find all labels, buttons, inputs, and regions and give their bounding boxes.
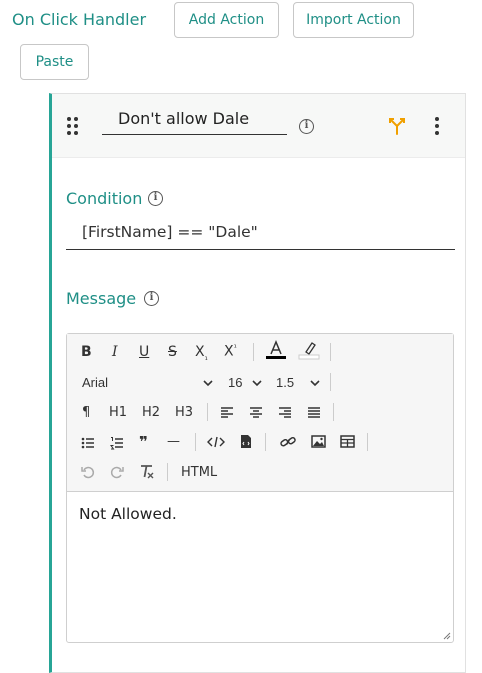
message-label: Message [66,289,137,308]
heading-1-button[interactable]: H1 [109,405,127,420]
action-name-input[interactable] [102,102,287,135]
message-info-icon[interactable]: i [144,291,159,306]
drag-handle-icon[interactable] [67,117,81,135]
line-height-chevron-down-icon[interactable] [310,378,320,388]
editor-content[interactable]: Not Allowed. [79,505,177,523]
blockquote-icon[interactable]: ❞ [139,433,148,451]
condition-info-icon[interactable]: i [148,191,163,206]
html-view-button[interactable]: HTML [181,465,217,480]
paste-button[interactable]: Paste [20,44,89,80]
rich-text-editor: B I U S X₁ X¹ Arial 16 1.5 ¶ H1 H2 H3 ❞ … [66,333,454,643]
align-justify-icon[interactable] [307,406,321,420]
branch-icon[interactable] [387,116,407,136]
bullet-list-icon[interactable] [81,436,95,450]
editor-toolbar: B I U S X₁ X¹ Arial 16 1.5 ¶ H1 H2 H3 ❞ … [67,334,453,492]
subscript-icon[interactable]: X₁ [195,344,208,362]
condition-label: Condition [66,189,143,208]
add-action-button[interactable]: Add Action [174,2,279,38]
on-click-handler-title: On Click Handler [12,10,147,29]
align-center-icon[interactable] [249,406,263,420]
heading-2-button[interactable]: H2 [142,405,160,420]
horizontal-rule-icon[interactable]: — [167,434,180,449]
numbered-list-icon[interactable] [110,436,124,450]
font-family-chevron-down-icon[interactable] [203,378,213,388]
more-vertical-icon[interactable] [435,117,441,135]
align-left-icon[interactable] [220,406,234,420]
import-action-button[interactable]: Import Action [293,2,414,38]
redo-icon[interactable] [110,465,124,479]
condition-input[interactable] [66,214,455,250]
clear-format-icon[interactable] [139,464,155,479]
font-family-select[interactable]: Arial [82,375,108,390]
link-icon[interactable] [280,435,296,449]
align-right-icon[interactable] [278,406,292,420]
font-size-select[interactable]: 16 [228,375,242,390]
strikethrough-icon[interactable]: S [168,344,177,360]
line-height-select[interactable]: 1.5 [276,375,294,390]
insert-file-icon[interactable] [240,434,252,449]
bold-icon[interactable]: B [81,344,92,360]
font-size-chevron-down-icon[interactable] [252,378,262,388]
underline-icon[interactable]: U [139,344,149,360]
action-card: i Condition i Message i B I U S X₁ X¹ [49,93,466,673]
table-icon[interactable] [340,435,355,448]
italic-icon[interactable]: I [112,344,118,360]
superscript-icon[interactable]: X¹ [224,343,237,360]
action-card-header: i [52,94,465,158]
font-color-icon[interactable] [265,340,287,360]
image-icon[interactable] [311,435,326,448]
info-icon[interactable]: i [299,119,314,134]
highlight-color-icon[interactable] [298,340,320,360]
paragraph-icon[interactable]: ¶ [82,405,90,420]
resize-handle-icon[interactable] [441,630,451,640]
undo-icon[interactable] [81,465,95,479]
heading-3-button[interactable]: H3 [175,405,193,420]
code-view-icon[interactable] [207,435,225,449]
